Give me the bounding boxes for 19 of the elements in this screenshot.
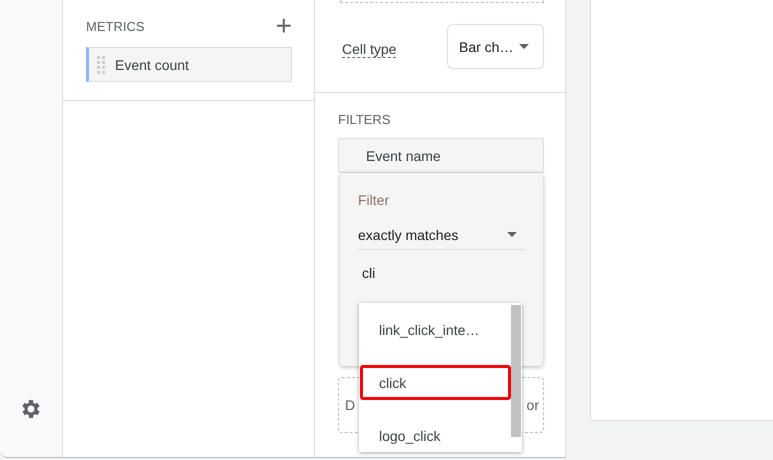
drop-hint: D: [345, 397, 356, 413]
dropdown-caret-icon: [519, 44, 529, 49]
metric-chip[interactable]: Event count: [86, 47, 292, 82]
drop-hint: or: [526, 397, 539, 413]
match-type-select[interactable]: exactly matches: [358, 220, 525, 250]
cell-type-select[interactable]: Bar ch…: [447, 24, 544, 69]
filter-chip[interactable]: Event name: [338, 138, 544, 173]
suggestion-item[interactable]: click: [360, 365, 511, 400]
add-icon[interactable]: +: [276, 16, 292, 36]
suggestion-item[interactable]: link_click_inte…: [360, 312, 511, 347]
filter-label: Filter: [358, 192, 390, 208]
dropdown-caret-icon: [507, 232, 517, 237]
filter-value-input[interactable]: cli: [358, 265, 448, 281]
drag-handle-icon[interactable]: [97, 54, 105, 74]
section-title: METRICS: [86, 18, 144, 34]
cell-type-label: Cell type: [342, 41, 396, 58]
scrollbar-thumb[interactable]: [511, 305, 521, 437]
suggestion-item[interactable]: logo_click: [360, 418, 511, 452]
section-title: FILTERS: [338, 112, 390, 127]
